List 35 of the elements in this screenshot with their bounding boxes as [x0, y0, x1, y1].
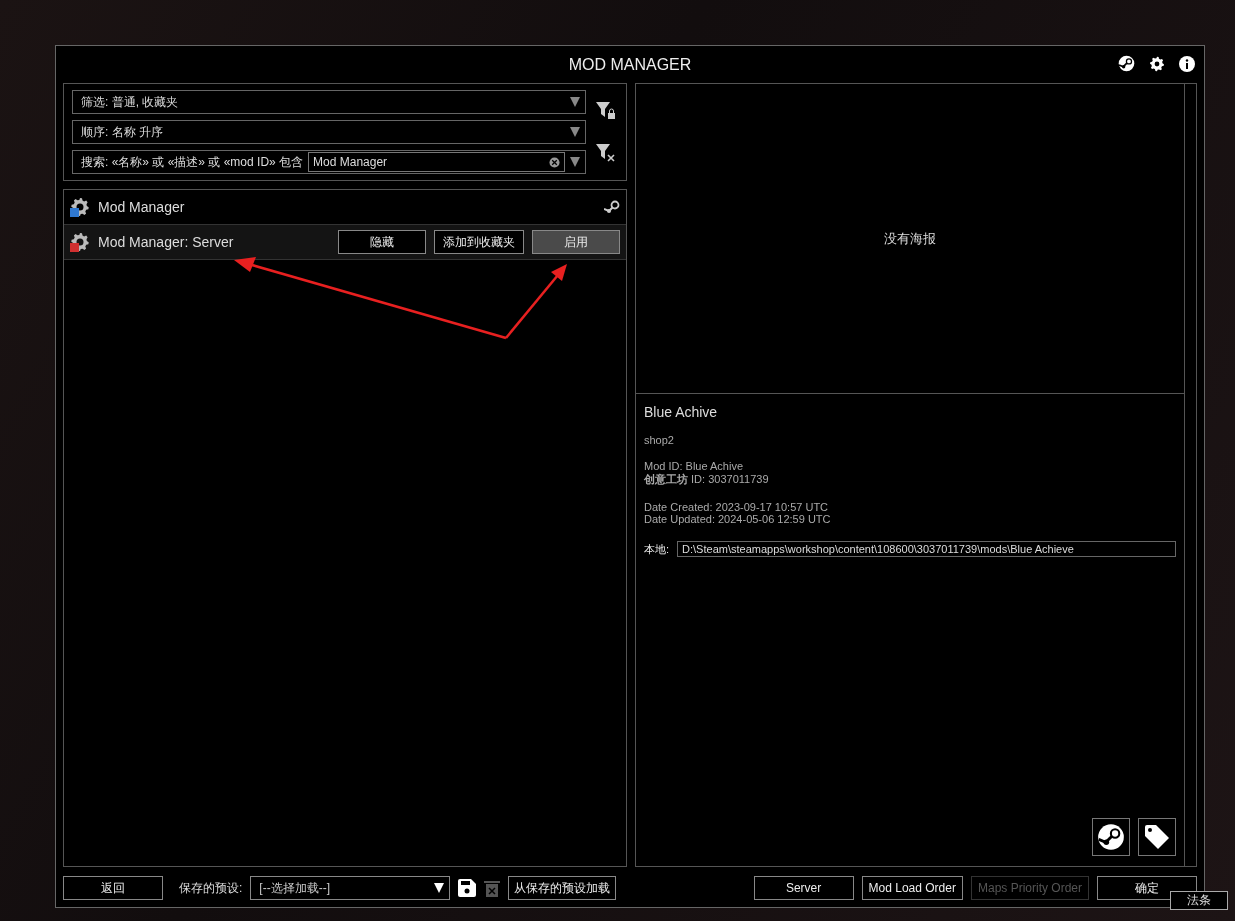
- date-created-text: Date Created: 2023-09-17 10:57 UTC: [644, 501, 830, 513]
- window-title: MOD MANAGER: [568, 55, 692, 74]
- mod-action-button[interactable]: 隐藏: [338, 230, 426, 254]
- clear-icon[interactable]: [549, 156, 560, 168]
- filter-dropdown[interactable]: 顺序: 名称 升序: [72, 120, 586, 144]
- mod-action-button[interactable]: 启用: [532, 230, 620, 254]
- dropdown-arrow-icon[interactable]: [570, 157, 580, 167]
- preset-label: 保存的预设:: [179, 879, 243, 897]
- footer-button[interactable]: Mod Load Order: [861, 876, 963, 900]
- search-label: 搜索: «名称» 或 «描述» 或 «mod ID» 包含: [81, 153, 304, 171]
- mod-title: Blue Achive: [644, 404, 719, 420]
- mod-description: shop2: [644, 434, 675, 446]
- no-poster-text: 没有海报: [884, 229, 936, 248]
- tooltip: 法条: [1170, 891, 1228, 910]
- back-button[interactable]: 返回: [63, 876, 163, 900]
- mod-action-button[interactable]: 添加到收藏夹: [434, 230, 524, 254]
- preset-dropdown[interactable]: [--选择加载--]: [250, 876, 451, 900]
- settings-icon[interactable]: [1149, 55, 1165, 72]
- save-icon[interactable]: [458, 879, 477, 897]
- filter-lock-icon[interactable]: [596, 102, 616, 120]
- load-preset-button[interactable]: 从保存的预设加载: [508, 876, 617, 900]
- steam-icon[interactable]: [1118, 55, 1135, 72]
- local-path-field[interactable]: D:\Steam\steamapps\workshop\content\108600\3037011739\mods\Blue Achieve: [677, 541, 1176, 557]
- filter-dropdown[interactable]: 筛选: 普通, 收藏夹: [72, 90, 586, 114]
- tag-icon: [1143, 823, 1171, 851]
- filter-clear-icon[interactable]: [596, 144, 616, 162]
- local-label: 本地:: [644, 541, 670, 557]
- tag-button[interactable]: [1138, 818, 1176, 856]
- mod-list-item[interactable]: Mod Manager: Server 隐藏 添加到收藏夹 启用: [64, 225, 626, 260]
- date-updated-text: Date Updated: 2024-05-06 12:59 UTC: [644, 513, 832, 525]
- workshop-id-text: 创意工坊 ID: 3037011739: [644, 472, 770, 487]
- info-icon[interactable]: [1179, 55, 1195, 72]
- search-field[interactable]: Mod Manager: [308, 152, 565, 172]
- footer-button[interactable]: Server: [753, 876, 854, 900]
- mod-id-text: Mod ID: Blue Achive: [644, 460, 745, 472]
